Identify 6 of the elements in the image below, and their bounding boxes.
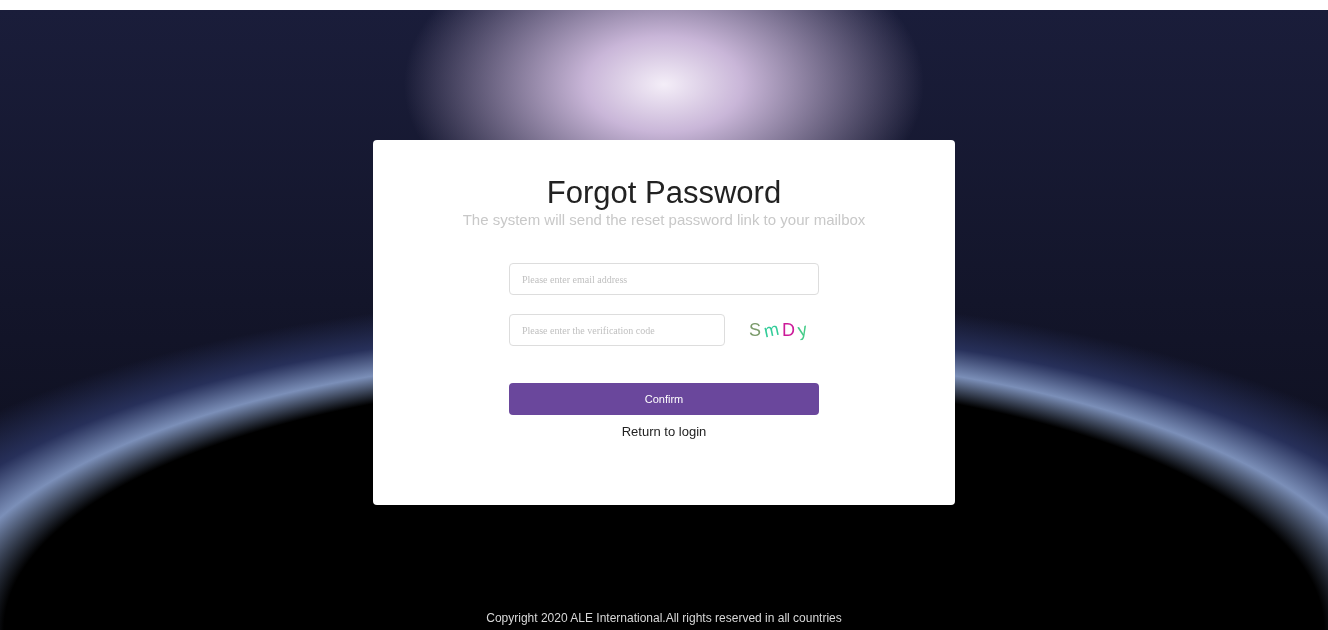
email-field[interactable]: Please enter email address [509,263,819,295]
copyright-text: Copyright 2020 ALE International.All rights reserved in all countries [486,610,842,627]
confirm-button[interactable]: Confirm [509,383,819,415]
dialog-title: Forgot Password [546,175,782,211]
return-to-login-link[interactable]: Return to login [621,422,707,442]
captcha-image[interactable]: S m D y [749,316,807,344]
